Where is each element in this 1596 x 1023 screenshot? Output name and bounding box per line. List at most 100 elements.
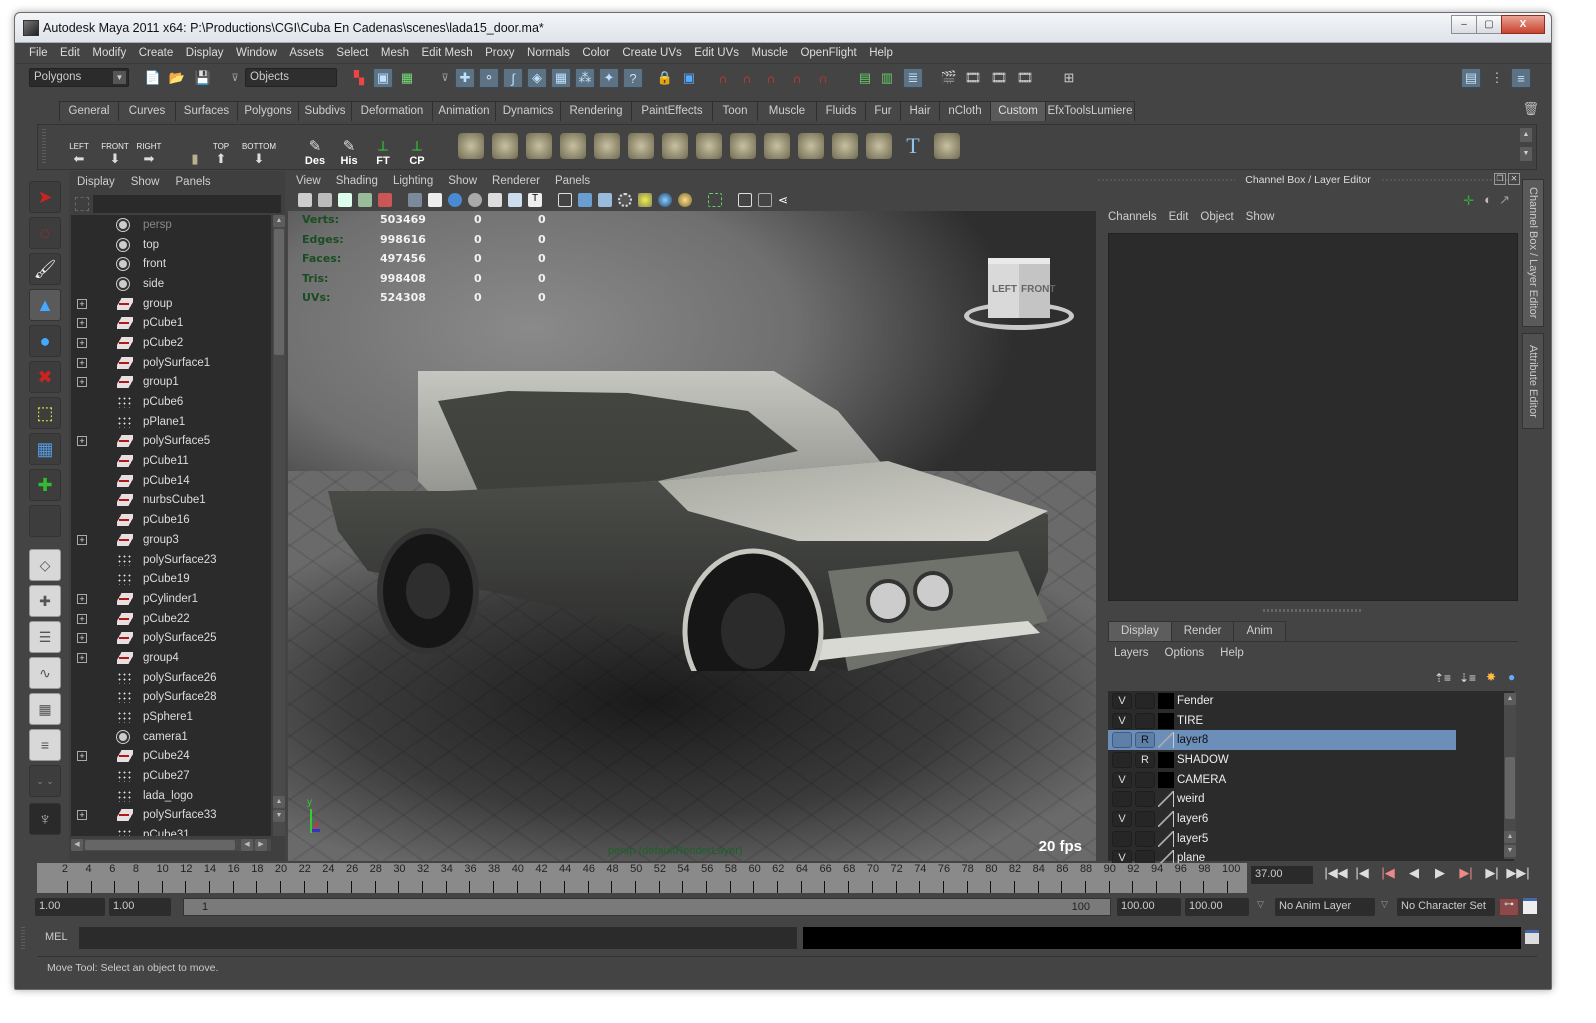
- outliner-menu-display[interactable]: Display: [77, 176, 115, 188]
- shelf-button-bottom[interactable]: BOTTOM ⬇: [242, 127, 276, 167]
- expand-icon[interactable]: +: [77, 593, 87, 604]
- textured-icon[interactable]: [618, 193, 632, 207]
- smooth-proxy-icon[interactable]: [764, 133, 790, 159]
- layer-display-type-toggle[interactable]: [1135, 830, 1155, 847]
- uv-layout-icon[interactable]: [526, 133, 552, 159]
- new-layer-selected-icon[interactable]: ●: [1508, 670, 1515, 684]
- outliner-item[interactable]: + polySurface25: [71, 628, 271, 648]
- menu-normals[interactable]: Normals: [527, 47, 570, 59]
- show-manipulator-tool[interactable]: ✚: [29, 469, 61, 501]
- menu-file[interactable]: File: [29, 47, 48, 59]
- single-perspective-layout[interactable]: ◇: [29, 549, 61, 581]
- current-time-marker[interactable]: [481, 863, 484, 893]
- outliner-item[interactable]: + group: [71, 294, 271, 314]
- layer-color-swatch[interactable]: [1158, 771, 1174, 788]
- shelf-button-left[interactable]: LEFT ⬅: [64, 127, 94, 167]
- scroll-up-button[interactable]: ▲: [273, 796, 285, 808]
- layer-display-type-toggle[interactable]: [1135, 791, 1155, 808]
- channel-box-menu-channels[interactable]: Channels: [1108, 211, 1157, 223]
- outliner-item[interactable]: + pCylinder1: [71, 589, 271, 609]
- menu-openflight[interactable]: OpenFlight: [800, 47, 856, 59]
- layer-color-swatch[interactable]: [1158, 810, 1174, 827]
- layer-menu-options[interactable]: Options: [1165, 647, 1205, 659]
- layer-display-type-toggle[interactable]: R: [1135, 751, 1155, 768]
- layer-row[interactable]: V CAMERA: [1108, 770, 1514, 790]
- lock-selection-icon[interactable]: 🔒: [655, 68, 675, 88]
- render-current-frame-icon[interactable]: 🎞: [963, 68, 983, 88]
- expand-icon[interactable]: +: [77, 652, 87, 663]
- playback-start-field[interactable]: 1.00: [109, 898, 171, 916]
- layer-menu-help[interactable]: Help: [1220, 647, 1244, 659]
- soft-mod-tool[interactable]: ▦: [29, 433, 61, 465]
- universal-manipulator-tool[interactable]: ⬚: [29, 397, 61, 429]
- mask-filter-icon[interactable]: ⊽: [435, 68, 455, 88]
- command-line-grip[interactable]: [21, 927, 25, 949]
- layer-color-swatch[interactable]: [1158, 712, 1174, 729]
- menu-display[interactable]: Display: [186, 47, 224, 59]
- shelf-button-top[interactable]: TOP ⬆: [206, 127, 236, 167]
- expand-icon[interactable]: +: [77, 436, 87, 447]
- expand-icon[interactable]: +: [77, 534, 87, 545]
- menu-window[interactable]: Window: [236, 47, 277, 59]
- layer-row[interactable]: Vlayer6: [1108, 809, 1514, 829]
- menu-mesh[interactable]: Mesh: [381, 47, 409, 59]
- menu-select[interactable]: Select: [336, 47, 368, 59]
- layer-visibility-toggle[interactable]: V: [1112, 692, 1132, 709]
- shelf-tab-polygons[interactable]: Polygons: [237, 101, 299, 121]
- channel-box-menu-edit[interactable]: Edit: [1169, 211, 1189, 223]
- play-backward-button[interactable]: ◀: [1401, 865, 1427, 881]
- make-live-icon[interactable]: ∩: [813, 68, 833, 88]
- text-icon[interactable]: T: [900, 133, 926, 159]
- shelf-tab-surfaces[interactable]: Surfaces: [175, 101, 238, 121]
- expand-icon[interactable]: +: [77, 751, 87, 762]
- shelf-button-his[interactable]: ✎ His: [334, 127, 364, 167]
- menu-proxy[interactable]: Proxy: [485, 47, 514, 59]
- lasso-tool[interactable]: ◌: [29, 217, 61, 249]
- layer-scroll-thumb[interactable]: [1505, 757, 1515, 819]
- speed-slow-icon[interactable]: ◐: [1484, 192, 1492, 207]
- outliner-item[interactable]: + pCube2: [71, 333, 271, 353]
- viewport-menu-panels[interactable]: Panels: [555, 175, 590, 187]
- shelf-grip[interactable]: [42, 129, 46, 165]
- character-set-field[interactable]: No Character Set: [1397, 898, 1495, 916]
- save-scene-icon[interactable]: 💾: [193, 68, 213, 88]
- step-forward-key-button[interactable]: ▶|: [1479, 865, 1505, 881]
- hyperbolic-icon[interactable]: ↗: [1499, 192, 1510, 208]
- boolean-icon[interactable]: [628, 133, 654, 159]
- outliner-item[interactable]: pCube19: [71, 569, 271, 589]
- gate-mask-icon[interactable]: [468, 193, 482, 207]
- trash-icon[interactable]: 🗑: [1522, 101, 1539, 117]
- safe-title-icon[interactable]: T: [528, 193, 542, 207]
- shelf-tab-fluids[interactable]: Fluids: [816, 101, 866, 121]
- outliner-item[interactable]: pCube14: [71, 471, 271, 491]
- auto-key-button[interactable]: ⊶: [1499, 898, 1519, 916]
- resolution-gate-icon[interactable]: [448, 193, 462, 207]
- safe-action-icon[interactable]: [508, 193, 522, 207]
- persp-graph-hypergraph-layout[interactable]: ≡: [29, 729, 61, 761]
- outliner-item[interactable]: pCube31: [71, 825, 271, 836]
- film-gate-icon[interactable]: [428, 193, 442, 207]
- layer-display-type-toggle[interactable]: [1135, 810, 1155, 827]
- side-tab-attribute-editor[interactable]: Attribute Editor: [1522, 333, 1544, 429]
- outliner-item[interactable]: persp: [71, 215, 271, 235]
- wireframe-icon[interactable]: [558, 193, 572, 207]
- layer-visibility-toggle[interactable]: [1112, 732, 1132, 749]
- scroll-thumb[interactable]: [274, 229, 284, 355]
- shelf-scroll-down[interactable]: ▼: [1520, 147, 1532, 161]
- viewport-menu-show[interactable]: Show: [448, 175, 477, 187]
- menu-create-uvs[interactable]: Create UVs: [622, 47, 681, 59]
- xray-icon[interactable]: [738, 193, 752, 207]
- shelf-tab-hair[interactable]: Hair: [900, 101, 940, 121]
- selection-mode-field[interactable]: Objects: [245, 68, 337, 87]
- select-camera-icon[interactable]: [298, 193, 312, 207]
- layer-tab-render[interactable]: Render: [1170, 621, 1235, 641]
- cylinder-icon[interactable]: [594, 133, 620, 159]
- ipr-render-icon[interactable]: 🎞: [989, 68, 1009, 88]
- expand-icon[interactable]: +: [77, 613, 87, 624]
- filter-icon[interactable]: ⊽: [225, 68, 245, 88]
- menu-assets[interactable]: Assets: [289, 47, 324, 59]
- outliner-horizontal-scrollbar[interactable]: ◀ ◀ ▶: [71, 839, 271, 851]
- new-scene-icon[interactable]: 📄: [143, 68, 163, 88]
- select-joints-icon[interactable]: ⚬: [479, 68, 499, 88]
- layer-tab-display[interactable]: Display: [1108, 621, 1172, 641]
